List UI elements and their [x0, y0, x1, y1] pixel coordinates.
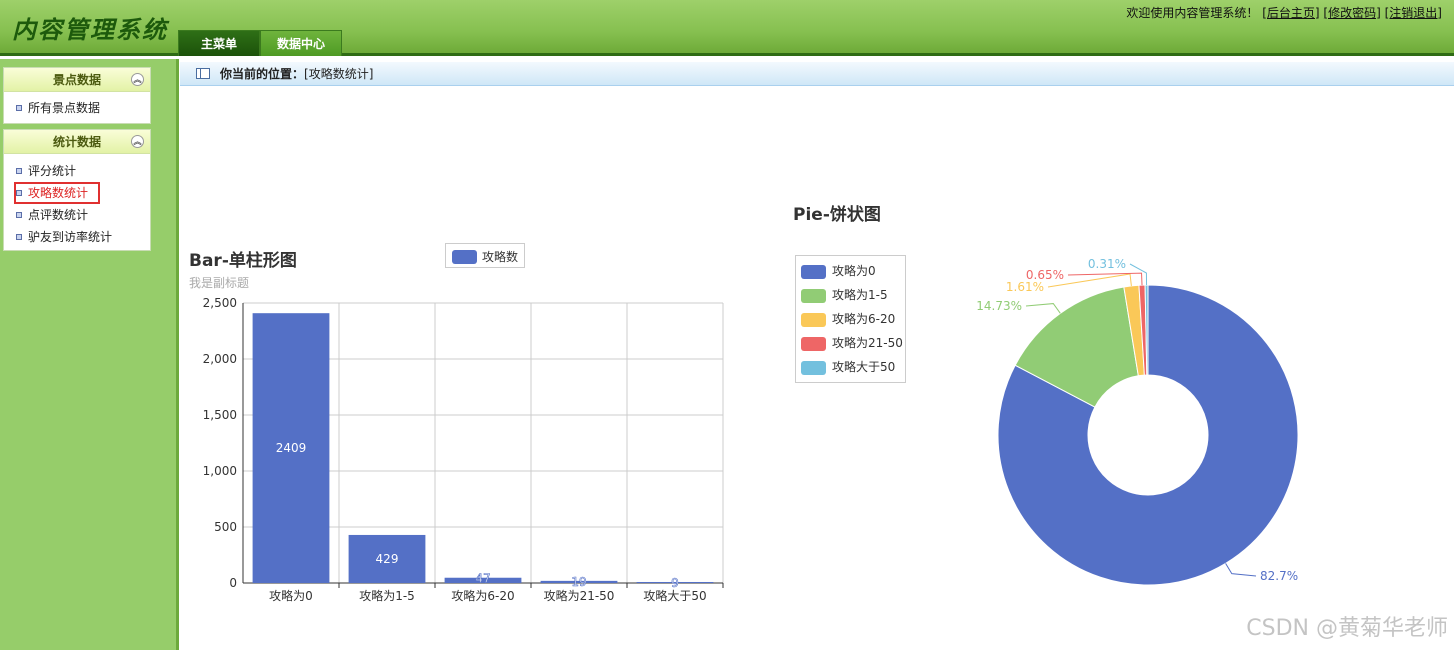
- sidebar-item-label: 所有景点数据: [28, 101, 101, 115]
- x-tick-label: 攻略为21-50: [544, 588, 615, 603]
- top-links: 欢迎使用内容管理系统！ [后台主页] [修改密码] [注销退出]: [1126, 4, 1442, 21]
- collapse-icon[interactable]: ︽: [131, 73, 144, 86]
- pie-slice-label: 0.65%: [1026, 268, 1064, 282]
- legend-item[interactable]: 攻略大于50: [801, 355, 900, 379]
- y-tick-label: 500: [214, 520, 237, 534]
- bar-value-label: 429: [376, 552, 399, 566]
- sidebar-panel-scenic: 景点数据 ︽ 所有景点数据: [3, 67, 151, 124]
- legend-item[interactable]: 攻略为21-50: [801, 331, 903, 355]
- bar-value-label: 19: [571, 575, 586, 589]
- tab-data-center[interactable]: 数据中心: [260, 30, 342, 56]
- pie-slice-label: 0.31%: [1088, 257, 1126, 271]
- breadcrumb: 你当前的位置：[攻略数统计]: [180, 62, 1454, 86]
- bar-chart-subtitle: 我是副标题: [189, 276, 250, 290]
- y-tick-label: 0: [229, 576, 237, 590]
- y-tick-label: 2,500: [203, 296, 237, 310]
- sidebar-item-label: 驴友到访率统计: [28, 230, 113, 244]
- collapse-icon[interactable]: ︽: [131, 135, 144, 148]
- bar-chart: 0 500 1,000 1,500 2,000 2,500 2409 攻略为0 429 攻略为1-…: [203, 296, 724, 603]
- legend-label: 攻略大于50: [832, 360, 896, 374]
- logout-link[interactable]: [注销退出]: [1385, 6, 1442, 20]
- legend-label: 攻略为0: [832, 264, 876, 278]
- sidebar-divider: [176, 59, 179, 650]
- sidebar-item-label: 评分统计: [28, 164, 77, 178]
- pie-chart: 82.7% 14.73% 1.61%0.65% 0.31%: [976, 257, 1299, 586]
- legend-item[interactable]: 攻略为1-5: [801, 283, 900, 307]
- bar-value-label: 47: [475, 572, 490, 586]
- legend-label: 攻略数: [482, 250, 519, 264]
- home-link[interactable]: [后台主页]: [1262, 6, 1319, 20]
- legend-item[interactable]: 攻略为0: [801, 259, 900, 283]
- breadcrumb-current: [攻略数统计]: [304, 67, 374, 81]
- pie-leader-line: [1129, 263, 1148, 286]
- x-tick-label: 攻略大于50: [643, 588, 706, 603]
- panel-title: 景点数据: [52, 73, 101, 87]
- sidebar-panel-stats: 统计数据 ︽ 评分统计 攻略数统计 点评数统计 驴友到访率统计: [3, 129, 151, 251]
- pie-chart-title: Pie-饼状图: [793, 205, 881, 225]
- app-title: 内容管理系统: [12, 15, 168, 44]
- pie-slice-label: 1.61%: [1006, 280, 1044, 294]
- bullet-icon: [16, 168, 22, 174]
- sidebar-item-label: 点评数统计: [28, 208, 89, 222]
- panel-title: 统计数据: [52, 135, 101, 149]
- bullet-icon: [16, 212, 22, 218]
- panel-header-scenic[interactable]: 景点数据 ︽: [4, 68, 150, 92]
- bar-chart-title: Bar-单柱形图: [189, 251, 297, 271]
- change-password-link[interactable]: [修改密码]: [1323, 6, 1380, 20]
- bar-value-label: 9: [671, 576, 679, 590]
- sidebar-item-guide-stats[interactable]: 攻略数统计: [4, 182, 150, 204]
- selection-highlight: [14, 182, 100, 204]
- legend-swatch: [801, 312, 826, 327]
- sidebar-item-visit-stats[interactable]: 驴友到访率统计: [4, 226, 150, 248]
- sidebar: 景点数据 ︽ 所有景点数据 统计数据 ︽ 评分统计 攻略数统计 点评数统计 驴友…: [0, 59, 176, 650]
- pie-slice-label: 14.73%: [976, 299, 1022, 313]
- welcome-text: 欢迎使用内容管理系统！: [1126, 6, 1259, 20]
- sidebar-item-all-scenic[interactable]: 所有景点数据: [4, 97, 150, 119]
- bullet-icon: [16, 234, 22, 240]
- watermark: CSDN @黄菊华老师: [1246, 616, 1448, 641]
- top-header: 内容管理系统 欢迎使用内容管理系统！ [后台主页] [修改密码] [注销退出] …: [0, 0, 1454, 56]
- bullet-icon: [16, 190, 22, 196]
- sidebar-item-rating-stats[interactable]: 评分统计: [4, 160, 150, 182]
- y-tick-label: 2,000: [203, 352, 237, 366]
- y-tick-label: 1,000: [203, 464, 237, 478]
- panel-header-stats[interactable]: 统计数据 ︽: [4, 130, 150, 154]
- bullet-icon: [16, 105, 22, 111]
- y-tick-label: 1,500: [203, 408, 237, 422]
- pie-leader-line: [1025, 303, 1061, 314]
- bar-chart-legend[interactable]: 攻略数: [445, 243, 526, 268]
- bar-value-label: 2409: [276, 441, 307, 455]
- x-tick-label: 攻略为6-20: [451, 588, 514, 603]
- pie-chart-legend: 攻略为0 攻略为1-5 攻略为6-20 攻略为21-50 攻略大于50: [795, 255, 906, 383]
- legend-swatch: [801, 264, 826, 279]
- legend-label: 攻略为21-50: [832, 336, 903, 350]
- pie-leader-line: [1225, 563, 1257, 577]
- breadcrumb-prefix: 你当前的位置：: [220, 67, 305, 81]
- legend-label: 攻略为1-5: [832, 288, 888, 302]
- legend-swatch: [801, 360, 826, 375]
- sidebar-item-review-stats[interactable]: 点评数统计: [4, 204, 150, 226]
- panel-icon: [196, 68, 210, 79]
- x-tick-label: 攻略为1-5: [359, 588, 415, 603]
- legend-label: 攻略为6-20: [832, 312, 896, 326]
- x-tick-label: 攻略为0: [269, 588, 313, 603]
- legend-swatch: [801, 336, 826, 351]
- legend-swatch: [452, 249, 477, 264]
- pie-slice-label: 82.7%: [1260, 569, 1298, 583]
- legend-item[interactable]: 攻略为6-20: [801, 307, 900, 331]
- tab-main-menu[interactable]: 主菜单: [178, 30, 260, 56]
- legend-swatch: [801, 288, 826, 303]
